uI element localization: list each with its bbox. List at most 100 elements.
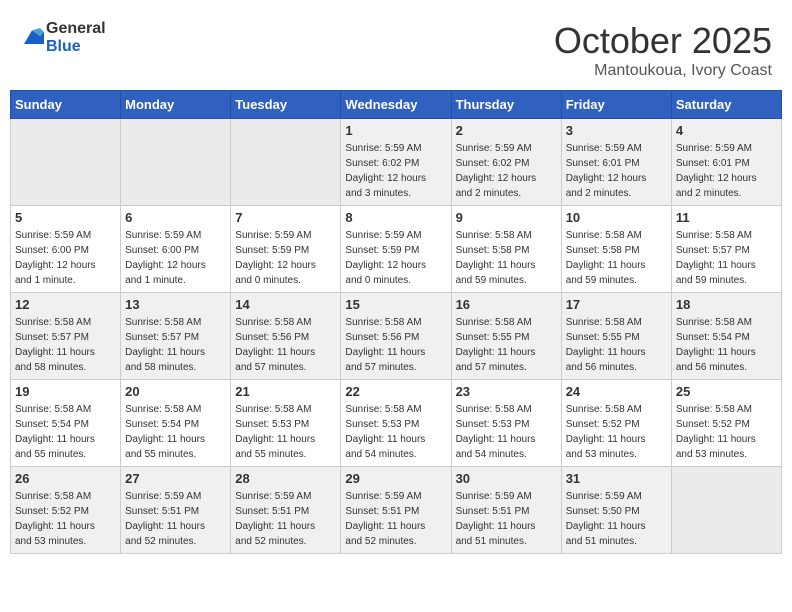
day-number: 29 xyxy=(345,471,446,486)
calendar-day-cell: 26 Sunrise: 5:58 AM Sunset: 5:52 PM Dayli… xyxy=(11,467,121,554)
day-number: 19 xyxy=(15,384,116,399)
calendar-day-cell: 6 Sunrise: 5:59 AM Sunset: 6:00 PM Daylig… xyxy=(121,206,231,293)
day-info: Sunrise: 5:58 AM Sunset: 5:53 PM Dayligh… xyxy=(345,402,446,462)
calendar-day-cell: 17Sunrise: 5:58 AM Sunset: 5:55 PM Dayli… xyxy=(561,293,671,380)
weekday-header-tuesday: Tuesday xyxy=(231,91,341,119)
day-info: Sunrise: 5:58 AM Sunset: 5:54 PM Dayligh… xyxy=(125,402,226,462)
calendar-day-cell: 8 Sunrise: 5:59 AM Sunset: 5:59 PM Daylig… xyxy=(341,206,451,293)
day-info: Sunrise: 5:59 AM Sunset: 6:01 PM Dayligh… xyxy=(676,141,777,201)
calendar-day-cell: 10 Sunrise: 5:58 AM Sunset: 5:58 PM Dayli… xyxy=(561,206,671,293)
calendar-header-row: SundayMondayTuesdayWednesdayThursdayFrid… xyxy=(11,91,782,119)
calendar-day-cell: 23 Sunrise: 5:58 AM Sunset: 5:53 PM Dayli… xyxy=(451,380,561,467)
day-info: Sunrise: 5:58 AM Sunset: 5:57 PM Dayligh… xyxy=(676,228,777,288)
day-info: Sunrise: 5:59 AM Sunset: 5:51 PM Dayligh… xyxy=(125,489,226,549)
weekday-header-saturday: Saturday xyxy=(671,91,781,119)
calendar-day-cell: 5 Sunrise: 5:59 AM Sunset: 6:00 PM Daylig… xyxy=(11,206,121,293)
day-info: Sunrise: 5:58 AM Sunset: 5:52 PM Dayligh… xyxy=(676,402,777,462)
calendar-week-row: 19 Sunrise: 5:58 AM Sunset: 5:54 PM Dayli… xyxy=(11,380,782,467)
calendar-day-cell: 22 Sunrise: 5:58 AM Sunset: 5:53 PM Dayli… xyxy=(341,380,451,467)
weekday-header-thursday: Thursday xyxy=(451,91,561,119)
day-info: Sunrise: 5:58 AM Sunset: 5:57 PM Dayligh… xyxy=(15,315,116,375)
day-number: 9 xyxy=(456,210,557,225)
day-number: 12 xyxy=(15,297,116,312)
day-number: 4 xyxy=(676,123,777,138)
day-info: Sunrise: 5:58 AM Sunset: 5:52 PM Dayligh… xyxy=(15,489,116,549)
calendar-day-cell: 25 Sunrise: 5:58 AM Sunset: 5:52 PM Dayli… xyxy=(671,380,781,467)
day-number: 8 xyxy=(345,210,446,225)
day-number: 17 xyxy=(566,297,667,312)
day-info: Sunrise: 5:59 AM Sunset: 5:59 PM Dayligh… xyxy=(345,228,446,288)
calendar-day-cell: 15Sunrise: 5:58 AM Sunset: 5:56 PM Dayli… xyxy=(341,293,451,380)
calendar-day-cell: 7 Sunrise: 5:59 AM Sunset: 5:59 PM Daylig… xyxy=(231,206,341,293)
calendar-day-cell: 30Sunrise: 5:59 AM Sunset: 5:51 PM Dayli… xyxy=(451,467,561,554)
day-number: 7 xyxy=(235,210,336,225)
day-number: 3 xyxy=(566,123,667,138)
calendar-table: SundayMondayTuesdayWednesdayThursdayFrid… xyxy=(10,90,782,554)
weekday-header-friday: Friday xyxy=(561,91,671,119)
day-number: 5 xyxy=(15,210,116,225)
day-number: 11 xyxy=(676,210,777,225)
day-number: 23 xyxy=(456,384,557,399)
calendar-day-cell: 16 Sunrise: 5:58 AM Sunset: 5:55 PM Dayli… xyxy=(451,293,561,380)
day-number: 20 xyxy=(125,384,226,399)
day-info: Sunrise: 5:59 AM Sunset: 5:51 PM Dayligh… xyxy=(235,489,336,549)
logo: General Blue xyxy=(20,20,106,56)
day-number: 16 xyxy=(456,297,557,312)
day-number: 10 xyxy=(566,210,667,225)
day-info: Sunrise: 5:58 AM Sunset: 5:52 PM Dayligh… xyxy=(566,402,667,462)
day-info: Sunrise: 5:59 AM Sunset: 5:50 PM Dayligh… xyxy=(566,489,667,549)
calendar-day-cell: 4 Sunrise: 5:59 AM Sunset: 6:01 PM Daylig… xyxy=(671,119,781,206)
day-number: 1 xyxy=(345,123,446,138)
day-number: 15 xyxy=(345,297,446,312)
day-info: Sunrise: 5:59 AM Sunset: 6:02 PM Dayligh… xyxy=(345,141,446,201)
weekday-header-wednesday: Wednesday xyxy=(341,91,451,119)
day-info: Sunrise: 5:59 AM Sunset: 6:01 PM Dayligh… xyxy=(566,141,667,201)
day-info: Sunrise: 5:59 AM Sunset: 5:59 PM Dayligh… xyxy=(235,228,336,288)
calendar-day-cell xyxy=(231,119,341,206)
day-info: Sunrise: 5:59 AM Sunset: 6:02 PM Dayligh… xyxy=(456,141,557,201)
day-number: 21 xyxy=(235,384,336,399)
day-info: Sunrise: 5:58 AM Sunset: 5:58 PM Dayligh… xyxy=(566,228,667,288)
calendar-day-cell: 2 Sunrise: 5:59 AM Sunset: 6:02 PM Daylig… xyxy=(451,119,561,206)
page-header: General Blue October 2025 Mantoukoua, Iv… xyxy=(10,10,782,85)
weekday-header-sunday: Sunday xyxy=(11,91,121,119)
calendar-day-cell: 12 Sunrise: 5:58 AM Sunset: 5:57 PM Dayli… xyxy=(11,293,121,380)
calendar-week-row: 1 Sunrise: 5:59 AM Sunset: 6:02 PM Daylig… xyxy=(11,119,782,206)
calendar-week-row: 12 Sunrise: 5:58 AM Sunset: 5:57 PM Dayli… xyxy=(11,293,782,380)
weekday-header-monday: Monday xyxy=(121,91,231,119)
day-info: Sunrise: 5:58 AM Sunset: 5:53 PM Dayligh… xyxy=(456,402,557,462)
day-number: 18 xyxy=(676,297,777,312)
day-info: Sunrise: 5:58 AM Sunset: 5:54 PM Dayligh… xyxy=(676,315,777,375)
day-info: Sunrise: 5:59 AM Sunset: 5:51 PM Dayligh… xyxy=(345,489,446,549)
day-number: 30 xyxy=(456,471,557,486)
day-number: 27 xyxy=(125,471,226,486)
calendar-day-cell: 27 Sunrise: 5:59 AM Sunset: 5:51 PM Dayli… xyxy=(121,467,231,554)
calendar-day-cell: 20 Sunrise: 5:58 AM Sunset: 5:54 PM Dayli… xyxy=(121,380,231,467)
day-number: 31 xyxy=(566,471,667,486)
day-info: Sunrise: 5:58 AM Sunset: 5:55 PM Dayligh… xyxy=(456,315,557,375)
calendar-day-cell: 11 Sunrise: 5:58 AM Sunset: 5:57 PM Dayli… xyxy=(671,206,781,293)
calendar-day-cell: 9Sunrise: 5:58 AM Sunset: 5:58 PM Daylig… xyxy=(451,206,561,293)
location-subtitle: Mantoukoua, Ivory Coast xyxy=(554,62,772,80)
logo-icon xyxy=(20,28,44,48)
calendar-day-cell: 21Sunrise: 5:58 AM Sunset: 5:53 PM Dayli… xyxy=(231,380,341,467)
title-block: October 2025 Mantoukoua, Ivory Coast xyxy=(554,20,772,80)
calendar-day-cell xyxy=(671,467,781,554)
day-number: 2 xyxy=(456,123,557,138)
calendar-day-cell: 24Sunrise: 5:58 AM Sunset: 5:52 PM Dayli… xyxy=(561,380,671,467)
day-number: 26 xyxy=(15,471,116,486)
month-title: October 2025 xyxy=(554,20,772,62)
calendar-day-cell: 19 Sunrise: 5:58 AM Sunset: 5:54 PM Dayli… xyxy=(11,380,121,467)
day-info: Sunrise: 5:58 AM Sunset: 5:56 PM Dayligh… xyxy=(235,315,336,375)
day-info: Sunrise: 5:59 AM Sunset: 6:00 PM Dayligh… xyxy=(125,228,226,288)
calendar-day-cell: 28Sunrise: 5:59 AM Sunset: 5:51 PM Dayli… xyxy=(231,467,341,554)
logo-text-blue: Blue xyxy=(46,38,106,56)
day-number: 22 xyxy=(345,384,446,399)
calendar-day-cell: 3 Sunrise: 5:59 AM Sunset: 6:01 PM Daylig… xyxy=(561,119,671,206)
calendar-day-cell: 31 Sunrise: 5:59 AM Sunset: 5:50 PM Dayli… xyxy=(561,467,671,554)
logo-text-general: General xyxy=(46,20,106,38)
day-info: Sunrise: 5:58 AM Sunset: 5:54 PM Dayligh… xyxy=(15,402,116,462)
day-number: 6 xyxy=(125,210,226,225)
day-info: Sunrise: 5:59 AM Sunset: 6:00 PM Dayligh… xyxy=(15,228,116,288)
day-number: 25 xyxy=(676,384,777,399)
